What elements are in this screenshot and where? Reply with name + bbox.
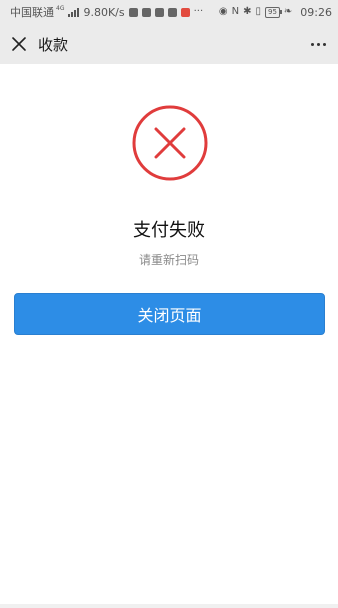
battery-level: 95 bbox=[267, 8, 277, 16]
close-page-button[interactable]: 关闭页面 bbox=[14, 293, 325, 335]
status-time: 09:26 bbox=[300, 5, 332, 19]
status-bar-left: 中国联通 4G 9.80K/s ··· bbox=[10, 4, 203, 20]
wechat-icon bbox=[128, 7, 138, 17]
bluetooth-icon: ✱ bbox=[243, 6, 252, 17]
more-icon-dot bbox=[317, 42, 320, 46]
status-bar: 中国联通 4G 9.80K/s ··· ◉ N ✱ ▯ 95 ❧ 09:26 bbox=[0, 0, 338, 24]
battery-icon: 95 bbox=[264, 6, 282, 18]
page-title: 收款 bbox=[38, 35, 69, 54]
more-notifications-icon: ··· bbox=[193, 6, 204, 17]
net-speed: 9.80K/s bbox=[83, 5, 125, 19]
more-icon-dot bbox=[323, 42, 326, 46]
qq-icon bbox=[154, 7, 164, 17]
result-title: 支付失败 bbox=[133, 220, 205, 241]
payment-result-screen: 中国联通 4G 9.80K/s ··· ◉ N ✱ ▯ 95 ❧ 09:26 收… bbox=[0, 0, 338, 608]
close-button[interactable] bbox=[10, 35, 28, 53]
network-type: 4G bbox=[56, 4, 65, 12]
main-content: 支付失败 请重新扫码 关闭页面 bbox=[0, 64, 338, 604]
nav-bar: 收款 bbox=[0, 24, 338, 64]
more-icon bbox=[311, 42, 314, 46]
cloud-icon bbox=[167, 7, 177, 17]
vibrate-icon: ▯ bbox=[255, 6, 261, 17]
error-circle-x-icon bbox=[132, 105, 208, 181]
carrier-name: 中国联通 bbox=[10, 6, 54, 19]
eye-icon: ◉ bbox=[218, 6, 228, 17]
signal-icon bbox=[68, 7, 80, 17]
briefcase-icon bbox=[141, 7, 151, 17]
close-icon bbox=[12, 37, 26, 51]
app-icon bbox=[180, 7, 190, 17]
nfc-icon: N bbox=[231, 6, 240, 17]
result-subtitle: 请重新扫码 bbox=[138, 253, 199, 267]
more-button[interactable] bbox=[311, 39, 326, 50]
status-bar-right: ◉ N ✱ ▯ 95 ❧ 09:26 bbox=[219, 6, 332, 19]
leaf-icon: ❧ bbox=[283, 6, 293, 17]
bottom-edge bbox=[0, 604, 338, 608]
